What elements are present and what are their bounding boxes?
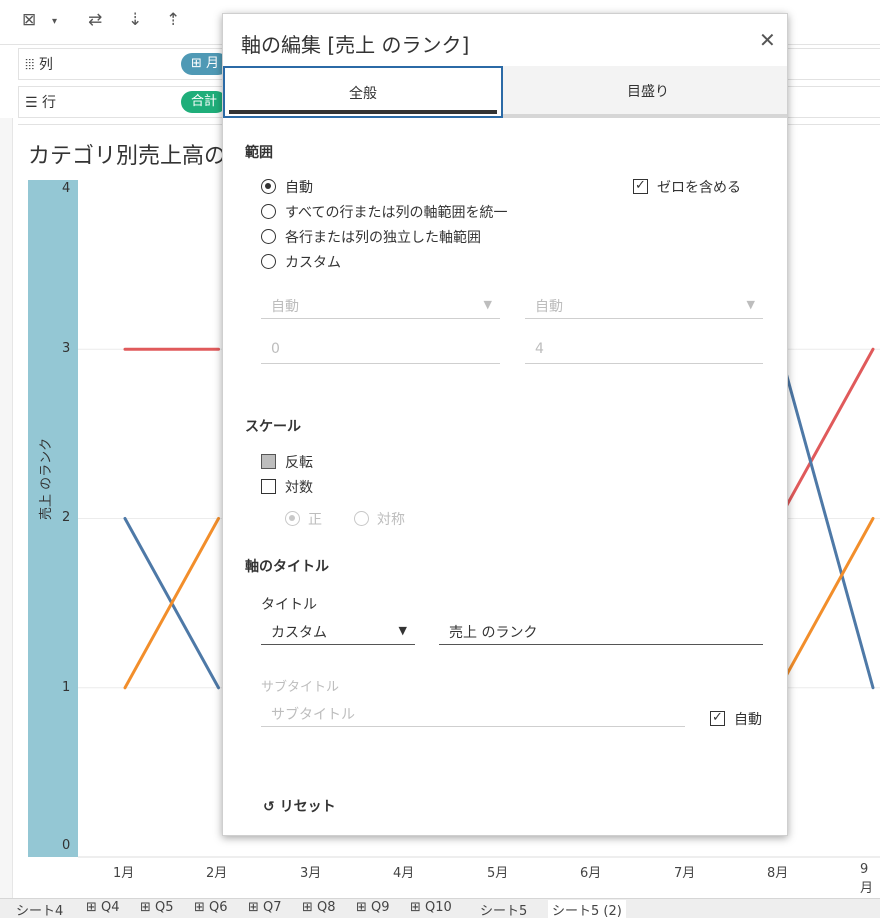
active-tab-indicator: [229, 110, 497, 114]
x-tick: 1月: [113, 866, 135, 881]
chevron-down-icon: ▼: [483, 298, 492, 311]
x-tick: 8月: [767, 866, 789, 881]
title-input[interactable]: 売上 のランク: [439, 618, 763, 645]
title-label: タイトル: [261, 597, 317, 613]
sheet-tab[interactable]: ⊞ Q9: [356, 900, 390, 915]
subtitle-auto-checkbox[interactable]: ✓: [710, 711, 725, 726]
edit-axis-dialog: 軸の編集 [売上 のランク] ✕ 全般 目盛り 範囲 自動 すべての行または列の…: [222, 13, 788, 836]
chevron-down-icon: ▼: [746, 298, 755, 311]
subtitle-label: サブタイトル: [261, 680, 340, 695]
close-icon[interactable]: ✕: [759, 28, 776, 52]
sheet-tab[interactable]: シート5: [480, 900, 527, 919]
range-custom-radio[interactable]: [261, 254, 276, 269]
range-custom-label: カスタム: [285, 255, 341, 271]
range-start-value: 0: [271, 341, 280, 357]
undo-icon: ↺: [263, 799, 275, 815]
range-start-input[interactable]: 0: [261, 337, 500, 364]
tab-general[interactable]: 全般: [223, 66, 503, 118]
title-mode-select[interactable]: カスタム ▼: [261, 618, 415, 645]
sheet-tab[interactable]: ⊞ Q8: [302, 900, 336, 915]
include-zero-checkbox[interactable]: ✓: [633, 179, 648, 194]
range-independent-label: 各行または列の独立した軸範囲: [285, 230, 481, 246]
range-auto-label: 自動: [285, 180, 313, 196]
reversed-label: 反転: [285, 455, 313, 471]
x-tick: 2月: [206, 866, 228, 881]
range-end-input[interactable]: 4: [525, 337, 763, 364]
range-start-select[interactable]: 自動 ▼: [261, 292, 500, 319]
series-line-segment-0[interactable]: [778, 347, 875, 520]
title-input-value: 売上 のランク: [449, 625, 538, 641]
tab-ticks[interactable]: 目盛り: [627, 81, 669, 101]
reset-button[interactable]: ↺ リセット: [263, 796, 336, 816]
dialog-title: 軸の編集 [売上 のランク]: [241, 33, 470, 57]
sheet-tab[interactable]: ⊞ Q5: [140, 900, 174, 915]
subtitle-auto-label: 自動: [734, 712, 762, 728]
tab-general-label: 全般: [349, 86, 377, 102]
sheet-tab[interactable]: ⊞ Q4: [86, 900, 120, 915]
title-mode-value: カスタム: [271, 625, 327, 641]
x-tick: 9月: [860, 862, 874, 896]
x-tick: 3月: [300, 866, 322, 881]
sheet-tab[interactable]: ⊞ Q6: [194, 900, 228, 915]
range-uniform-label: すべての行または列の軸範囲を統一: [285, 205, 508, 221]
sheet-tab-active[interactable]: シート5 (2): [548, 900, 626, 919]
x-tick: 5月: [487, 866, 509, 881]
sheet-tab[interactable]: ⊞ Q10: [410, 900, 452, 915]
positive-radio[interactable]: [285, 511, 300, 526]
positive-label: 正: [308, 512, 322, 528]
x-tick: 6月: [580, 866, 602, 881]
range-independent-radio[interactable]: [261, 229, 276, 244]
logarithmic-checkbox[interactable]: [261, 479, 276, 494]
scale-section-title: スケール: [245, 419, 301, 435]
range-auto-radio[interactable]: [261, 179, 276, 194]
subtitle-input[interactable]: サブタイトル: [261, 700, 685, 727]
include-zero-label: ゼロを含める: [657, 180, 741, 196]
symmetric-label: 対称: [377, 512, 405, 528]
subtitle-placeholder: サブタイトル: [271, 707, 355, 723]
range-start-select-value: 自動: [271, 299, 299, 315]
sheet-tab[interactable]: シート4: [16, 900, 63, 919]
x-tick: 7月: [674, 866, 696, 881]
range-section-title: 範囲: [245, 145, 273, 161]
sheet-tab[interactable]: ⊞ Q7: [248, 900, 282, 915]
chevron-down-icon: ▼: [398, 624, 407, 637]
range-end-select[interactable]: 自動 ▼: [525, 292, 763, 319]
reversed-checkbox[interactable]: [261, 454, 276, 469]
series-line-segment-2[interactable]: [778, 517, 875, 690]
reset-label: リセット: [279, 799, 336, 815]
range-end-value: 4: [535, 341, 544, 357]
range-end-select-value: 自動: [535, 299, 563, 315]
logarithmic-label: 対数: [285, 480, 313, 496]
range-uniform-radio[interactable]: [261, 204, 276, 219]
axis-title-section-title: 軸のタイトル: [245, 559, 329, 575]
x-tick: 4月: [393, 866, 415, 881]
symmetric-radio[interactable]: [354, 511, 369, 526]
